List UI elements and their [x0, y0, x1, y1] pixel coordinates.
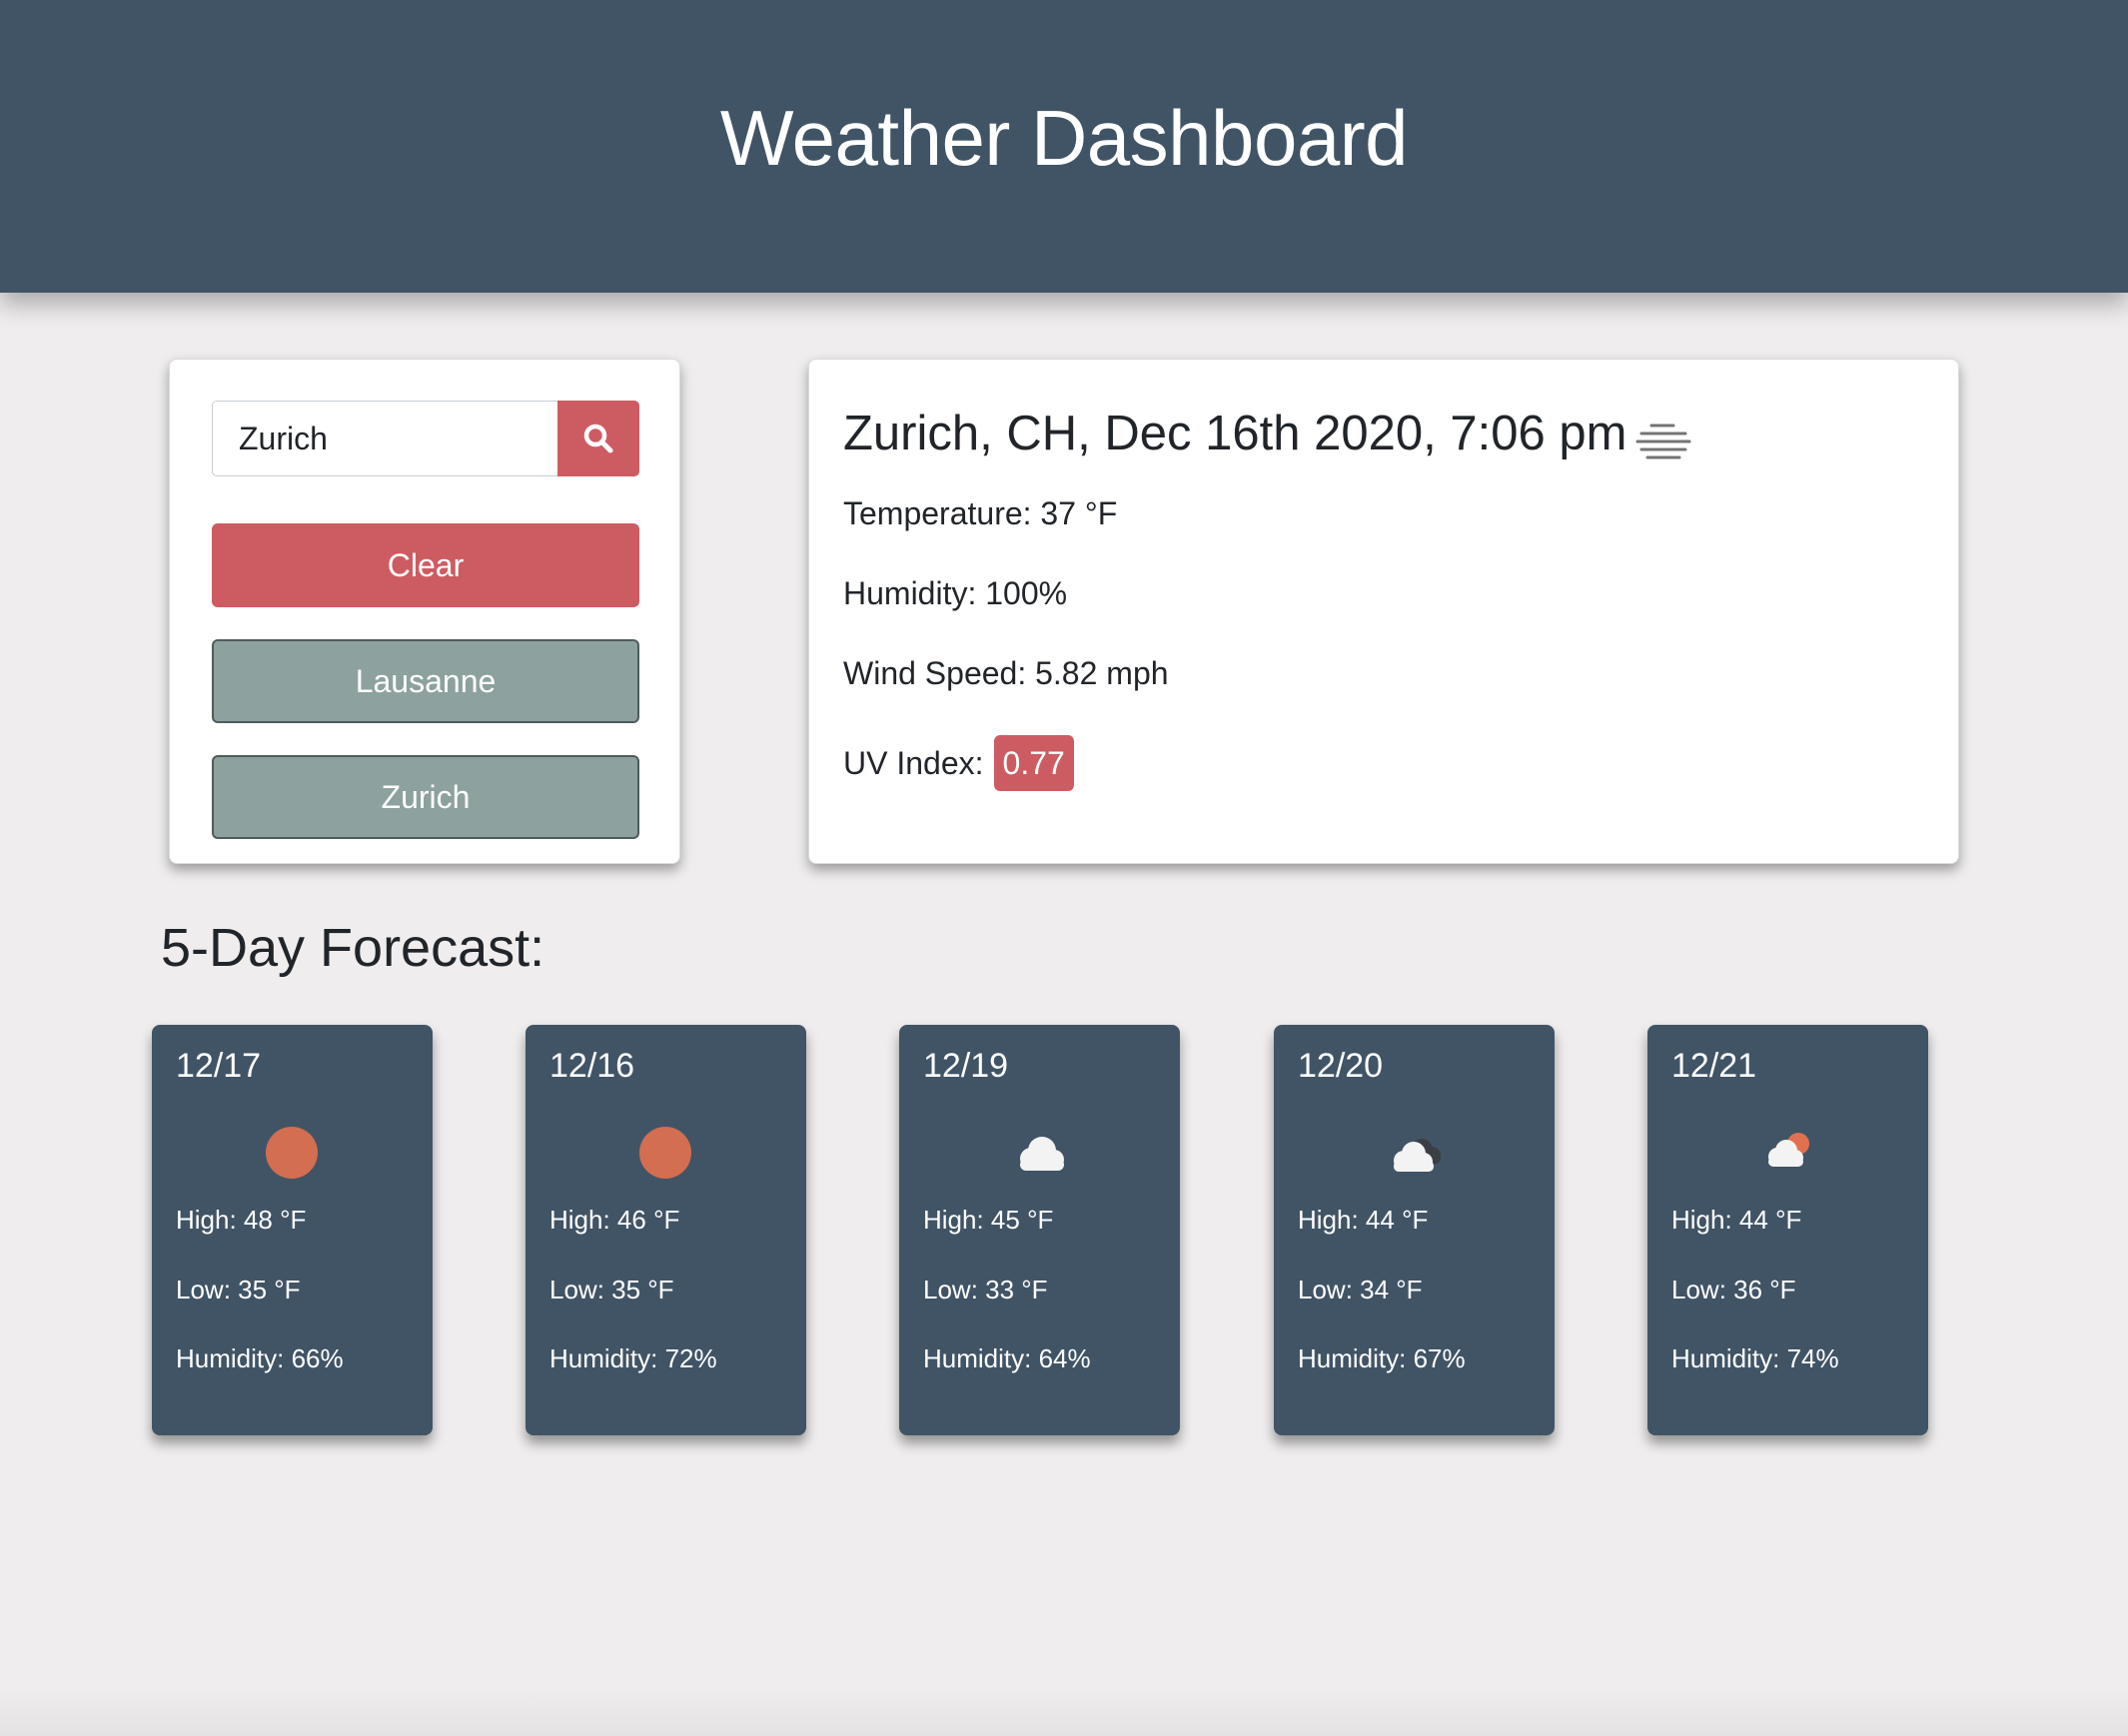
uv-index-label: UV Index:	[843, 744, 984, 781]
forecast-humidity: Humidity: 66%	[176, 1343, 344, 1373]
partly-cloudy-icon	[1768, 1133, 1809, 1167]
broken-clouds-icon	[1394, 1139, 1441, 1172]
forecast-high: High: 46 °F	[549, 1205, 680, 1235]
forecast-heading: 5-Day Forecast:	[161, 918, 545, 978]
cloud-icon	[1020, 1137, 1064, 1171]
forecast-low: Low: 33 °F	[923, 1275, 1048, 1304]
forecast-low: Low: 35 °F	[549, 1275, 674, 1304]
forecast-high: High: 44 °F	[1298, 1205, 1429, 1235]
forecast-high: High: 45 °F	[923, 1205, 1054, 1235]
forecast-date: 12/19	[923, 1047, 1009, 1085]
page-title: Weather Dashboard	[719, 93, 1409, 182]
forecast-date: 12/16	[549, 1047, 635, 1085]
forecast-humidity: Humidity: 64%	[923, 1343, 1091, 1373]
forecast-low: Low: 36 °F	[1671, 1275, 1796, 1304]
page-bottom-edge	[0, 1688, 2128, 1736]
header: Weather Dashboard	[0, 0, 2128, 293]
sun-icon	[639, 1127, 691, 1179]
forecast-date: 12/21	[1671, 1047, 1757, 1085]
current-temperature: Temperature: 37 °F	[843, 495, 1118, 531]
forecast-high: High: 44 °F	[1671, 1205, 1802, 1235]
history-button-lausanne[interactable]: Lausanne	[212, 639, 639, 723]
search-panel: Clear Lausanne Zurich	[169, 359, 680, 864]
forecast-high: High: 48 °F	[176, 1205, 307, 1235]
forecast-humidity: Humidity: 72%	[549, 1343, 717, 1373]
clear-button[interactable]: Clear	[212, 523, 639, 607]
current-weather-title: Zurich, CH, Dec 16th 2020, 7:06 pm	[843, 407, 1627, 460]
history-button-zurich[interactable]: Zurich	[212, 755, 639, 839]
forecast-card: 12/17 High: 48 °F Low: 35 °F Humidity: 6…	[152, 1025, 433, 1435]
forecast-date: 12/20	[1298, 1047, 1384, 1085]
search-icon	[583, 424, 613, 453]
sun-icon	[266, 1127, 318, 1179]
forecast-card: 12/19 High: 45 °F Low: 33 °F Humidity: 6…	[899, 1025, 1180, 1435]
uv-index-row: UV Index: 0.77	[843, 735, 1074, 791]
current-weather-panel: Zurich, CH, Dec 16th 2020, 7:06 pm Tempe…	[808, 359, 1959, 864]
city-search-input[interactable]	[212, 401, 557, 476]
forecast-card: 12/20 High: 44 °F Low: 34 °F Humidity: 6…	[1274, 1025, 1555, 1435]
forecast-humidity: Humidity: 74%	[1671, 1343, 1839, 1373]
forecast-low: Low: 35 °F	[176, 1275, 301, 1304]
current-humidity: Humidity: 100%	[843, 575, 1068, 611]
forecast-humidity: Humidity: 67%	[1298, 1343, 1466, 1373]
forecast-low: Low: 34 °F	[1298, 1275, 1423, 1304]
forecast-card: 12/21 High: 44 °F Low: 36 °F Humidity: 7…	[1647, 1025, 1928, 1435]
forecast-date: 12/17	[176, 1047, 262, 1085]
search-bar	[212, 401, 639, 476]
forecast-card: 12/16 High: 46 °F Low: 35 °F Humidity: 7…	[526, 1025, 806, 1435]
uv-index-badge: 0.77	[993, 735, 1074, 791]
current-wind-speed: Wind Speed: 5.82 mph	[843, 655, 1169, 691]
mist-icon	[1635, 424, 1691, 459]
search-button[interactable]	[557, 401, 639, 476]
